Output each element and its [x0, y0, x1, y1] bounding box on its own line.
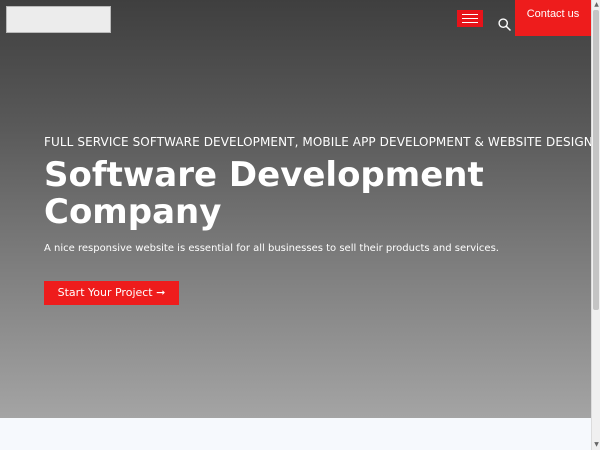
page-title: Software Development Company: [44, 155, 484, 232]
menu-line: [462, 14, 478, 15]
vertical-scrollbar[interactable]: ▲ ▼: [591, 0, 600, 450]
search-icon[interactable]: [498, 16, 511, 31]
hero-section: Contact us FULL SERVICE SOFTWARE DEVELOP…: [0, 0, 600, 418]
scrollbar-thumb[interactable]: [593, 10, 599, 310]
search-icon-graphic: [498, 18, 511, 31]
scroll-up-arrow-icon[interactable]: ▲: [593, 1, 600, 9]
site-logo[interactable]: [6, 6, 111, 33]
start-project-button[interactable]: Start Your Project ➞: [44, 281, 179, 305]
next-section: [0, 418, 591, 450]
menu-line: [462, 18, 478, 19]
hero-subtitle: FULL SERVICE SOFTWARE DEVELOPMENT, MOBIL…: [44, 135, 600, 149]
hero-description: A nice responsive website is essential f…: [44, 243, 499, 254]
menu-line: [462, 22, 478, 23]
hamburger-menu-icon[interactable]: [457, 10, 483, 27]
scroll-down-arrow-icon[interactable]: ▼: [593, 441, 600, 449]
contact-us-button[interactable]: Contact us: [515, 0, 591, 36]
